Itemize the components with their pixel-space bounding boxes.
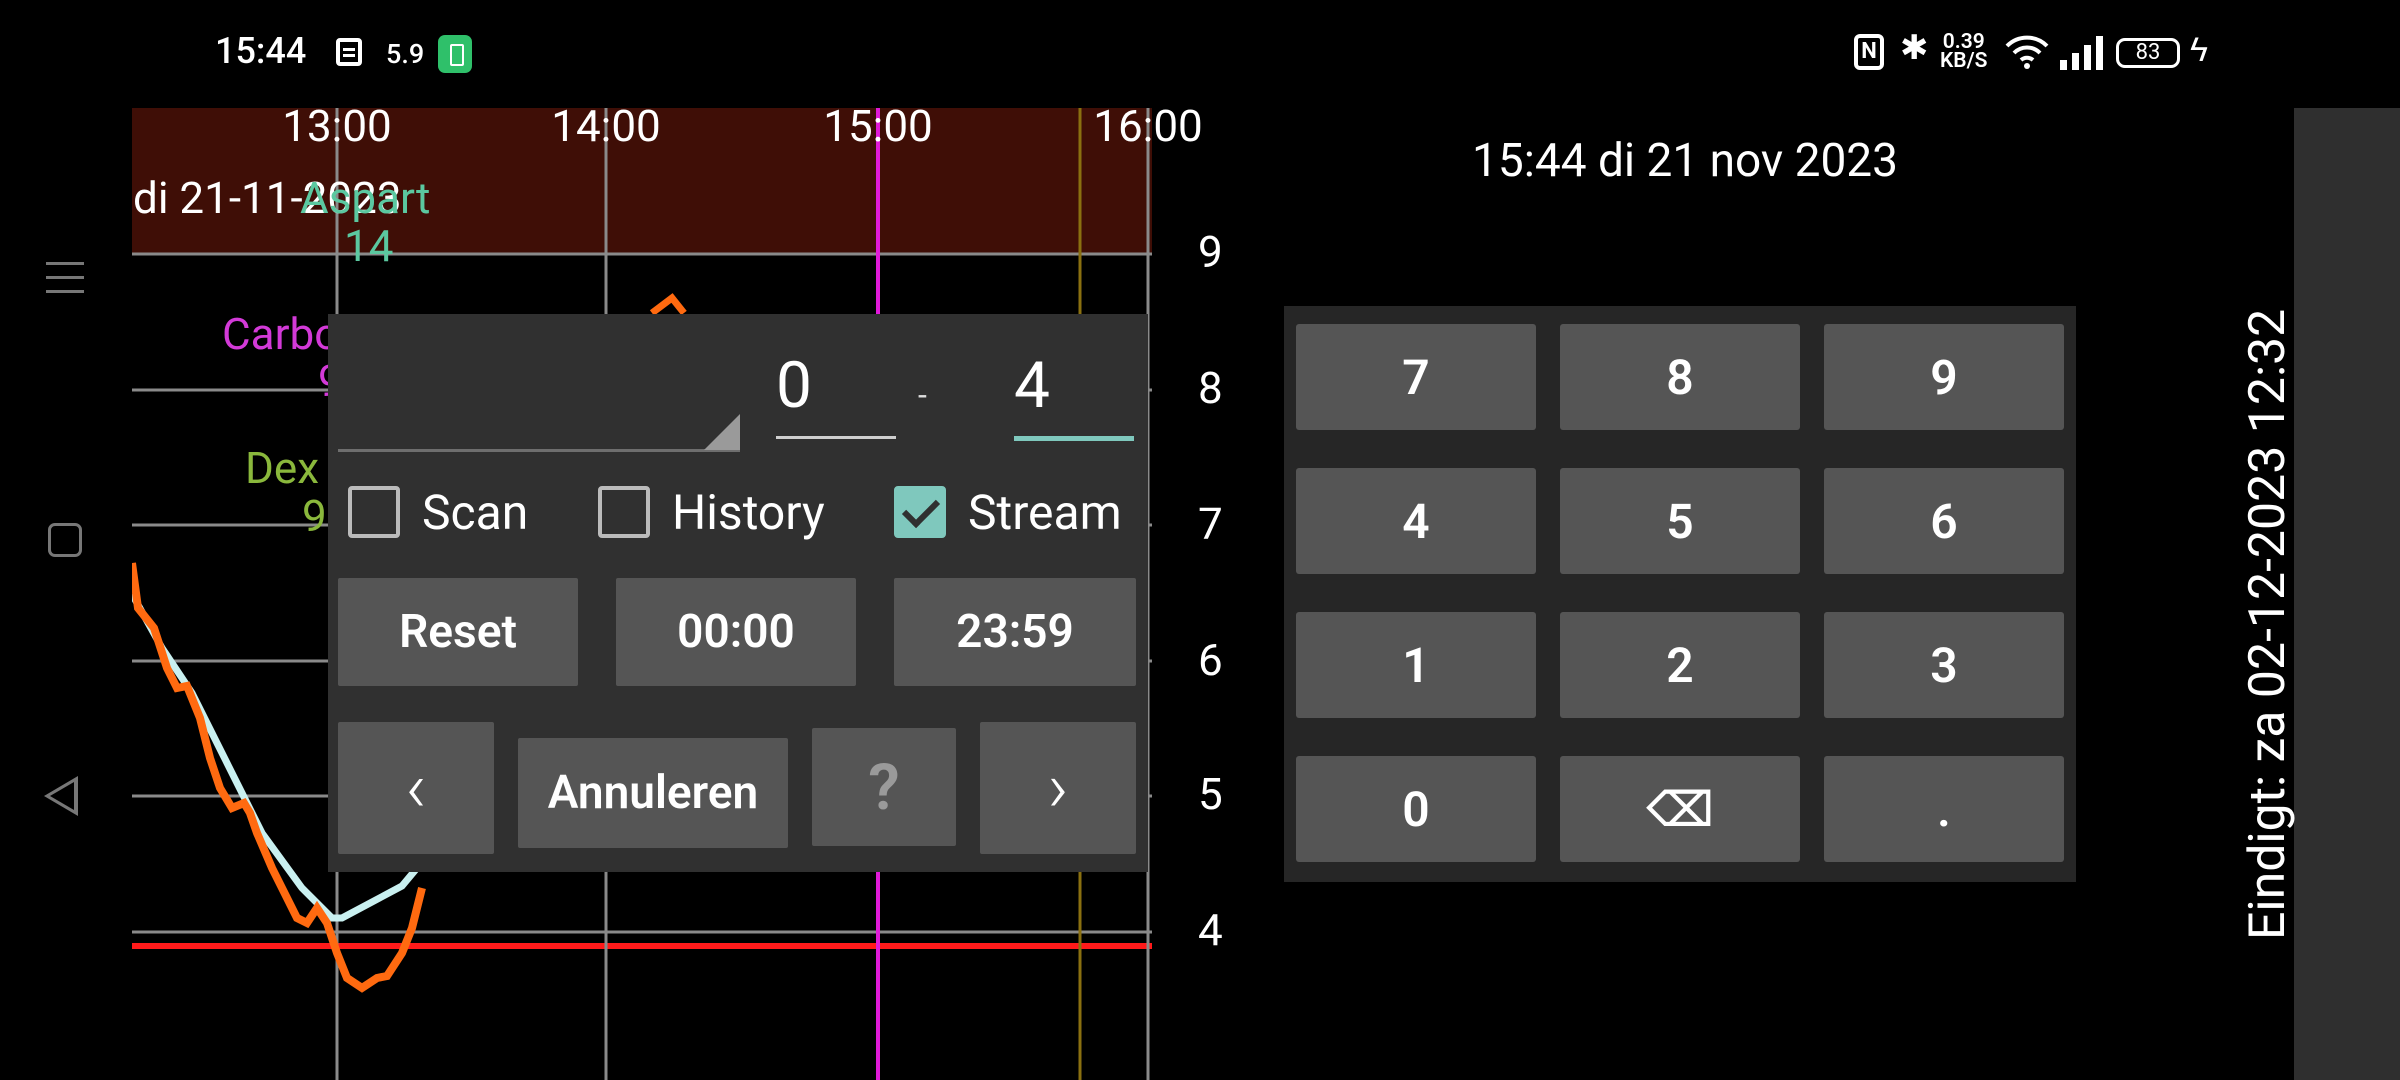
help-button[interactable]: ? [812, 728, 956, 846]
notification-number: 5.9 [386, 38, 425, 70]
key-4[interactable]: 4 [1296, 468, 1536, 574]
wifi-icon [2005, 35, 2049, 69]
history-checkbox[interactable] [598, 486, 650, 538]
type-spinner[interactable] [338, 449, 740, 452]
key-0[interactable]: 0 [1296, 756, 1536, 862]
key-9[interactable]: 9 [1824, 324, 2064, 430]
stream-checkbox[interactable] [894, 486, 946, 538]
back-icon[interactable] [44, 776, 78, 816]
range-separator: - [918, 376, 927, 414]
start-time-button[interactable]: 00:00 [616, 578, 856, 686]
range-to-underline [1014, 436, 1134, 441]
bluetooth-icon: ✱ [1900, 28, 1929, 68]
x-tick: 15:00 [823, 100, 933, 152]
previous-button[interactable]: ‹ [338, 722, 494, 854]
y-tick: 5 [1198, 768, 1223, 820]
signal-icon [2060, 36, 2103, 70]
range-to-input[interactable]: 4 [1014, 348, 1050, 423]
key-8[interactable]: 8 [1560, 324, 1800, 430]
side-panel [2294, 108, 2400, 1080]
history-label[interactable]: History [672, 484, 825, 541]
sensor-expires-label: Eindigt: za 02-12-2023 12:32 [2239, 308, 2297, 940]
home-icon[interactable] [48, 523, 82, 557]
current-date-time: 15:44 di 21 nov 2023 [1472, 134, 1899, 188]
y-tick: 7 [1198, 498, 1223, 550]
key-1[interactable]: 1 [1296, 612, 1536, 718]
charging-icon: ϟ [2190, 30, 2208, 70]
legend-aspart: Aspart [300, 172, 431, 224]
spinner-dropdown-icon[interactable] [704, 414, 740, 450]
x-tick: 16:00 [1093, 100, 1203, 152]
y-tick: 8 [1198, 362, 1223, 414]
battery-saver-icon [438, 35, 472, 73]
scan-checkbox[interactable] [348, 486, 400, 538]
nfc-icon: N [1854, 34, 1884, 70]
key-2[interactable]: 2 [1560, 612, 1800, 718]
key-3[interactable]: 3 [1824, 612, 2064, 718]
scan-label[interactable]: Scan [422, 484, 528, 541]
next-button[interactable]: › [980, 722, 1136, 854]
y-tick: 4 [1198, 904, 1223, 956]
network-speed: 0.39 KB/S [1940, 32, 1988, 73]
y-tick: 9 [1198, 226, 1223, 278]
backspace-key[interactable]: ⌫ [1560, 756, 1800, 862]
cancel-button[interactable]: Annuleren [518, 738, 788, 848]
decimal-key[interactable]: . [1824, 756, 2064, 862]
legend-dex-value: 9 [302, 490, 327, 542]
legend-dex: Dex [245, 442, 320, 494]
legend-aspart-value: 14 [344, 220, 394, 272]
y-tick: 6 [1198, 634, 1223, 686]
battery-icon: 83 [2116, 38, 2180, 68]
x-tick: 13:00 [282, 100, 392, 152]
network-speed-unit: KB/S [1940, 49, 1988, 73]
key-7[interactable]: 7 [1296, 324, 1536, 430]
legend-carbo: Carbo [222, 308, 340, 360]
key-5[interactable]: 5 [1560, 468, 1800, 574]
key-6[interactable]: 6 [1824, 468, 2064, 574]
stream-label[interactable]: Stream [968, 484, 1122, 541]
range-from-input[interactable]: 0 [776, 348, 812, 423]
range-from-underline [776, 436, 896, 439]
x-tick: 14:00 [551, 100, 661, 152]
end-time-button[interactable]: 23:59 [894, 578, 1136, 686]
reset-button[interactable]: Reset [338, 578, 578, 686]
status-time: 15:44 [215, 30, 307, 72]
notification-icon [336, 38, 362, 66]
status-bar: 15:44 5.9 N ✱ 0.39 KB/S 83 ϟ [0, 0, 2400, 105]
menu-icon[interactable] [46, 262, 84, 304]
